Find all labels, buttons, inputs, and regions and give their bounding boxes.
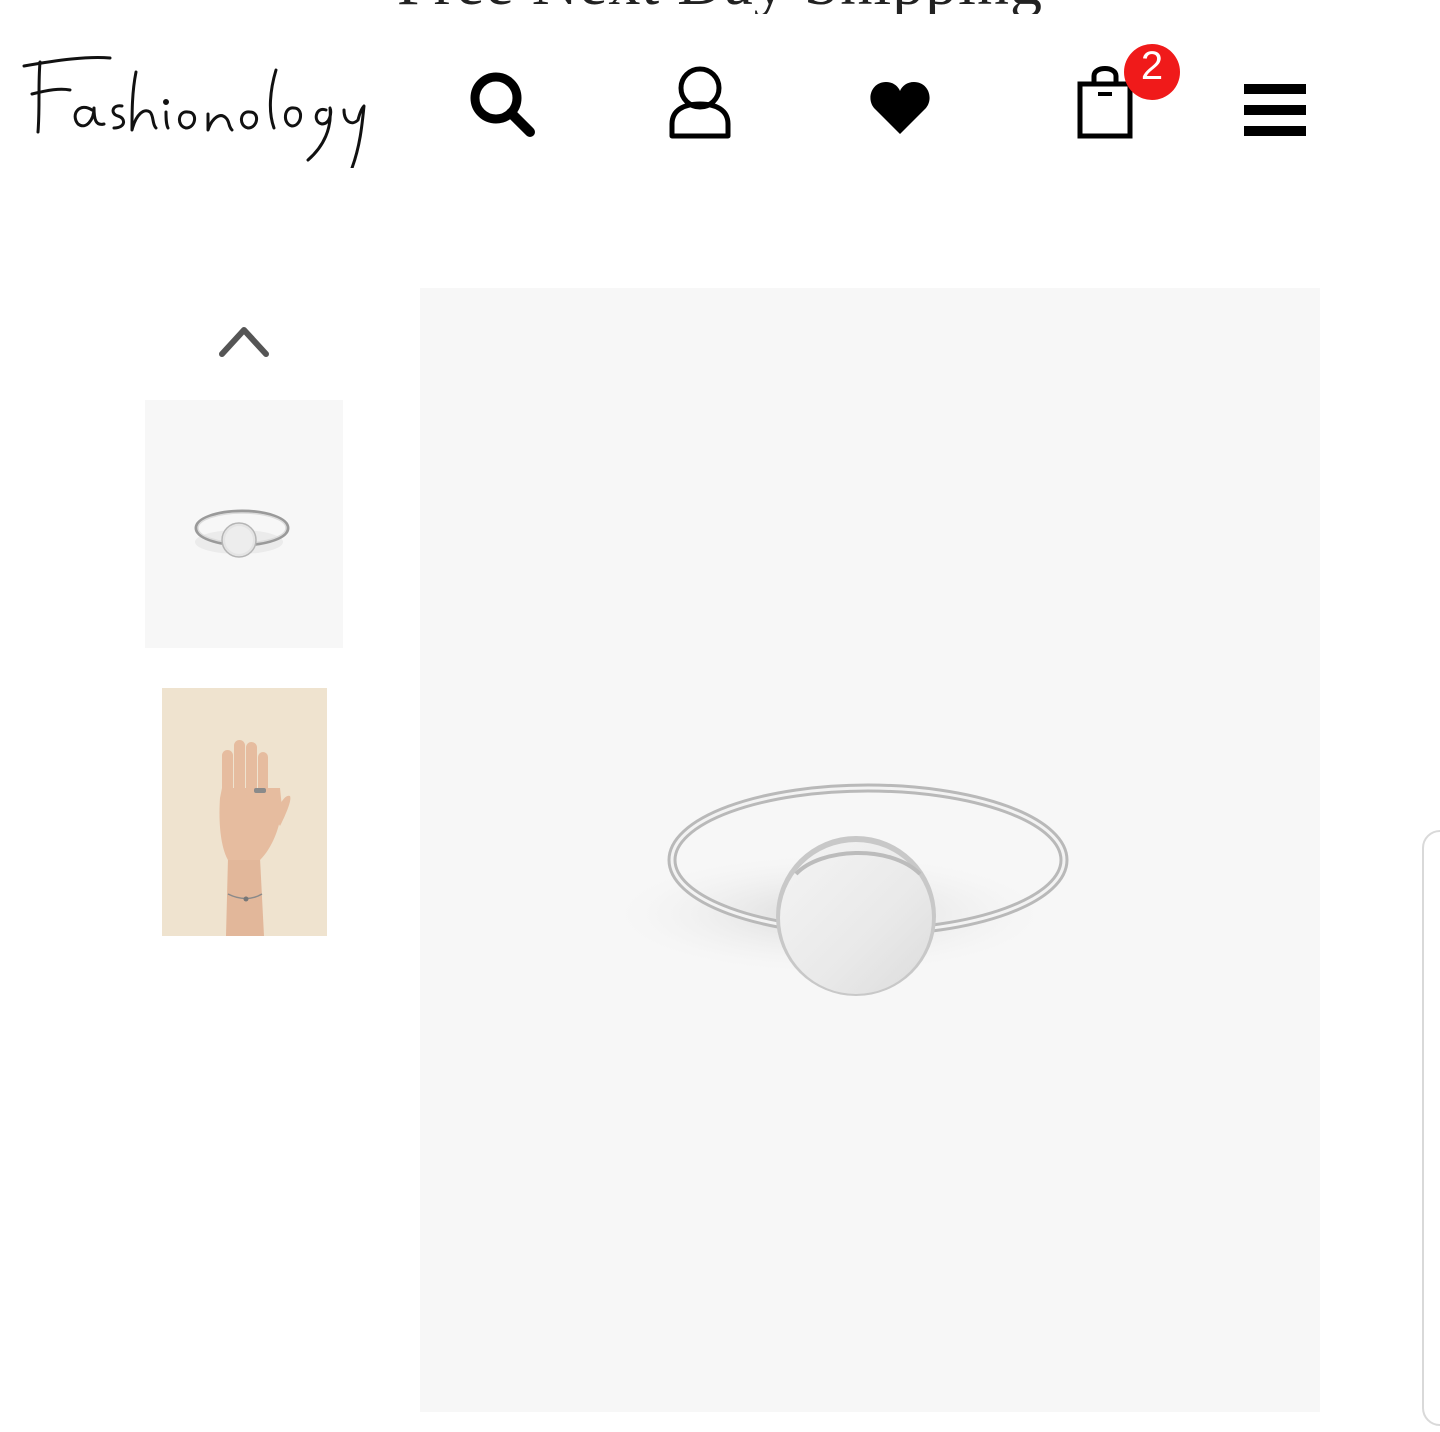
user-icon[interactable]: [664, 64, 736, 140]
ring-on-hand-thumb[interactable]: [162, 688, 327, 936]
main-product-image[interactable]: [420, 288, 1320, 1412]
heart-icon[interactable]: [868, 80, 932, 136]
cart-count-badge[interactable]: 2: [1124, 44, 1180, 100]
chevron-up-icon[interactable]: [218, 320, 270, 360]
search-icon[interactable]: [466, 68, 538, 140]
site-header: 2: [0, 28, 1440, 178]
promo-banner: Free Next Day Shipping: [0, 0, 1440, 14]
brand-logo[interactable]: [18, 36, 382, 168]
promo-text: Free Next Day Shipping: [397, 0, 1043, 14]
ring-product-thumb[interactable]: [145, 400, 343, 648]
ring-thumb-image: [194, 509, 290, 558]
cart-count: 2: [1140, 44, 1164, 88]
hand-thumb-image: [162, 688, 327, 936]
edge-side-panel[interactable]: [1422, 830, 1440, 1426]
ring-main-image: [620, 783, 1069, 996]
hamburger-menu-icon[interactable]: [1242, 82, 1308, 138]
